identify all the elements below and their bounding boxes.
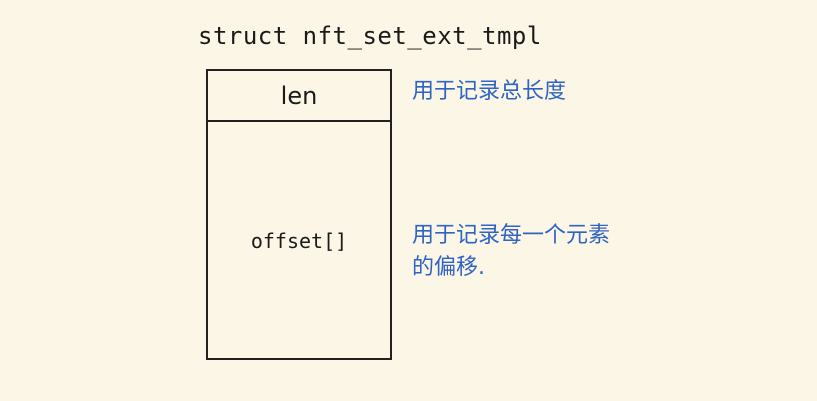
field-offset-array: offset[] — [250, 229, 348, 253]
struct-layout-box: len offset[] — [206, 69, 392, 360]
field-len: len — [208, 71, 390, 122]
annotation-offset: 用于记录每一个元素 的偏移. — [412, 220, 610, 284]
annotation-offset-line-1: 用于记录每一个元素 — [412, 223, 611, 248]
struct-title: struct nft_set_ext_tmpl — [198, 22, 542, 50]
diagram-canvas: struct nft_set_ext_tmpl len offset[] 用于记… — [0, 0, 817, 401]
annotation-offset-line-2: 的偏移. — [412, 254, 485, 280]
annotation-len: 用于记录总长度 — [412, 79, 567, 104]
